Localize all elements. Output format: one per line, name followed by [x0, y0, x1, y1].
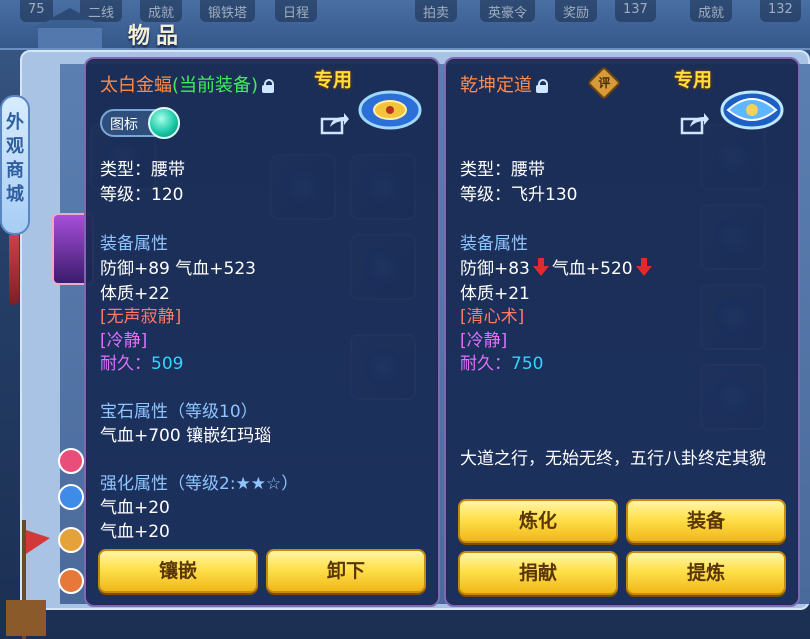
stat-icon: [58, 527, 84, 553]
attr-line: 体质+21: [460, 284, 530, 304]
tassel-decoration: [9, 235, 19, 305]
item-name: 乾坤定道: [460, 75, 532, 96]
special-skill: [无声寂静]: [100, 307, 182, 327]
lock-icon[interactable]: [262, 79, 275, 93]
attr-title: 装备属性: [460, 234, 528, 254]
item-description: 大道之行，无始无终，五行八卦终定其貌: [460, 449, 766, 469]
hp-stat-icon: [58, 448, 84, 474]
gem-title: 宝石属性（等级10）: [100, 402, 258, 422]
item-type: 类型：腰带: [460, 160, 545, 180]
top-tab[interactable]: 锻铁塔: [200, 0, 256, 22]
top-tab[interactable]: 英豪令: [480, 0, 536, 22]
banner-char: 外: [6, 112, 24, 133]
attr-line: 体质+22: [100, 284, 170, 304]
enhance-line: 气血+20: [100, 522, 170, 542]
top-tab[interactable]: 成就: [690, 0, 733, 22]
share-icon[interactable]: [320, 111, 350, 135]
enhance-title: 强化属性（等级2:★★☆）: [100, 474, 299, 494]
lock-icon[interactable]: [536, 79, 548, 93]
mp-stat-icon: [58, 484, 84, 510]
special-effect: [冷静]: [100, 331, 148, 351]
flag-decoration: [6, 520, 50, 639]
equipped-tag: (当前装备): [172, 75, 259, 96]
top-tab[interactable]: 奖励: [555, 0, 598, 22]
durability-label: 耐久：: [460, 354, 511, 374]
palace-icon: [30, 8, 110, 48]
extract-button[interactable]: 提炼: [626, 551, 786, 595]
gem-line: 气血+700 镶嵌红玛瑙: [100, 426, 272, 446]
belt-item-icon: [720, 90, 784, 130]
attr-line: 防御+89 气血+523: [100, 259, 256, 279]
top-tab[interactable]: 137: [615, 0, 656, 22]
durability-row: 耐久：750: [460, 349, 543, 374]
compare-item-panel: 乾坤定道 评 专用 类型：腰带 等级：飞升130 装备属性 防御+83 气血+52…: [444, 57, 800, 607]
appearance-shop-banner[interactable]: 外 观 商 城: [0, 95, 30, 235]
item-level: 等级：120: [100, 185, 184, 205]
icon-toggle[interactable]: 图标: [100, 107, 180, 139]
current-item-panel: 太白金蝠(当前装备) 专用 图标 类型：腰带 等级：120 装备属性 防御+89…: [84, 57, 440, 607]
top-tab[interactable]: 132: [760, 0, 801, 22]
enhance-line: 气血+20: [100, 498, 170, 518]
attr-title: 装备属性: [100, 234, 168, 254]
attr-hp: 气血+520: [551, 259, 633, 279]
special-skill: [清心术]: [460, 307, 525, 327]
share-icon[interactable]: [680, 111, 710, 135]
item-level: 等级：飞升130: [460, 185, 578, 205]
down-arrow-icon: [635, 258, 653, 276]
refine-button[interactable]: 炼化: [458, 499, 618, 543]
down-arrow-icon: [532, 258, 550, 276]
banner-char: 商: [6, 160, 24, 181]
inlay-button[interactable]: 镶嵌: [98, 549, 258, 593]
donate-button[interactable]: 捐献: [458, 551, 618, 595]
special-effect: [冷静]: [460, 331, 508, 351]
belt-item-icon: [358, 90, 422, 130]
top-bar: 75 二线 成就 锻铁塔 日程 拍卖 英豪令 奖励 137 成就 132: [0, 0, 810, 50]
item-name-row: 乾坤定道: [460, 71, 548, 97]
unequip-button[interactable]: 卸下: [266, 549, 426, 593]
banner-char: 城: [6, 184, 24, 205]
item-type: 类型：腰带: [100, 160, 185, 180]
window-title: 物品: [128, 24, 185, 49]
durability-label: 耐久：: [100, 354, 151, 374]
equip-button[interactable]: 装备: [626, 499, 786, 543]
durability-value: 509: [151, 354, 184, 374]
durability-value: 750: [511, 354, 544, 374]
exclusive-badge: 专用: [314, 69, 353, 91]
item-name: 太白金蝠: [100, 75, 172, 96]
durability-row: 耐久：509: [100, 349, 183, 374]
exclusive-badge: 专用: [674, 69, 713, 91]
item-name-row: 太白金蝠(当前装备): [100, 71, 275, 97]
rating-icon[interactable]: 评: [587, 66, 621, 100]
attr-line: 防御+83 气血+520: [460, 254, 655, 279]
attr-def: 防御+83: [460, 259, 530, 279]
toggle-label: 图标: [110, 117, 138, 133]
toggle-knob: [148, 107, 180, 139]
banner-char: 观: [6, 136, 24, 157]
top-tab[interactable]: 日程: [275, 0, 318, 22]
stat-icon: [58, 568, 84, 594]
rating-label: 评: [598, 76, 611, 91]
top-tab[interactable]: 拍卖: [415, 0, 458, 22]
